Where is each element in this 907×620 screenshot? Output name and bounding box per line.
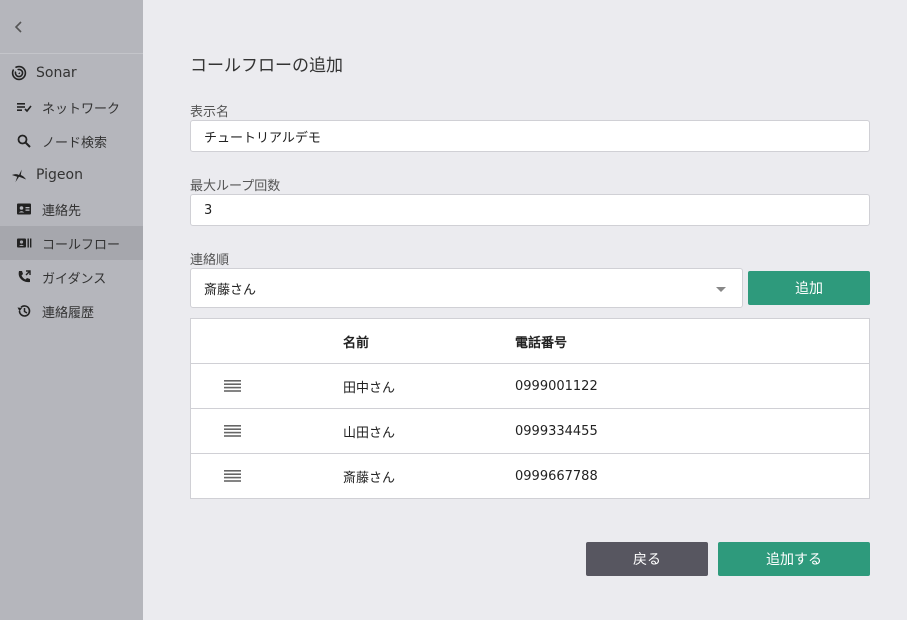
max-loop-label: 最大ループ回数 — [190, 179, 281, 194]
sidebar-item-label: 連絡履歴 — [42, 305, 95, 321]
sidebar-collapse-button[interactable] — [0, 0, 143, 54]
contact-card-icon — [16, 201, 32, 217]
pigeon-bird-icon — [10, 167, 28, 183]
history-icon — [16, 303, 32, 319]
back-button[interactable]: 戻る — [586, 542, 708, 576]
drag-handle-icon[interactable] — [224, 470, 241, 482]
row-name: 山田さん — [343, 425, 396, 441]
search-icon — [16, 133, 32, 149]
sidebar-item-guidance[interactable]: ガイダンス — [0, 260, 143, 294]
contact-order-label: 連絡順 — [190, 253, 230, 268]
table-header: 名前 電話番号 — [191, 319, 869, 364]
table-row: 山田さん 0999334455 — [191, 409, 869, 454]
sidebar-item-label: ノード検索 — [42, 135, 108, 151]
network-list-icon — [16, 99, 32, 115]
phone-guidance-icon — [16, 269, 32, 285]
display-name-label: 表示名 — [190, 105, 230, 120]
row-phone: 0999334455 — [515, 423, 598, 439]
sidebar-item-call-flow[interactable]: コールフロー — [0, 226, 143, 260]
sidebar-app-pigeon[interactable]: Pigeon — [0, 158, 143, 192]
sidebar-app-label: Sonar — [36, 65, 77, 81]
sidebar-item-history[interactable]: 連絡履歴 — [0, 294, 143, 328]
table-row: 斎藤さん 0999667788 — [191, 454, 869, 498]
dropdown-arrow-icon — [716, 287, 726, 292]
column-header-name: 名前 — [343, 335, 370, 351]
sidebar-item-label: ガイダンス — [42, 271, 107, 287]
sidebar-item-node-search[interactable]: ノード検索 — [0, 124, 143, 158]
call-flow-icon — [16, 235, 32, 251]
sidebar-item-network[interactable]: ネットワーク — [0, 90, 143, 124]
contact-order-table: 名前 電話番号 田中さん 0999001122 山田さん 0999334455 — [190, 318, 870, 499]
contact-select[interactable]: 斎藤さん — [190, 268, 743, 308]
sidebar-item-label: コールフロー — [42, 237, 121, 253]
drag-handle-icon[interactable] — [224, 425, 241, 437]
row-phone: 0999001122 — [515, 378, 598, 394]
max-loop-input[interactable] — [190, 194, 870, 226]
sidebar-item-label: 連絡先 — [42, 203, 82, 219]
table-row: 田中さん 0999001122 — [191, 364, 869, 409]
display-name-input[interactable] — [190, 120, 870, 152]
column-header-phone: 電話番号 — [515, 335, 568, 351]
sidebar-app-sonar[interactable]: Sonar — [0, 56, 143, 90]
sidebar-app-label: Pigeon — [36, 167, 83, 183]
row-name: 田中さん — [343, 380, 396, 396]
contact-select-value: 斎藤さん — [204, 282, 257, 298]
sidebar-item-contacts[interactable]: 連絡先 — [0, 192, 143, 226]
page-title: コールフローの追加 — [190, 56, 343, 76]
sonar-icon — [10, 65, 28, 81]
row-phone: 0999667788 — [515, 468, 598, 484]
add-contact-button[interactable]: 追加 — [748, 271, 870, 305]
row-name: 斎藤さん — [343, 470, 396, 486]
chevron-left-icon — [14, 20, 24, 33]
sidebar-item-label: ネットワーク — [42, 101, 121, 117]
sidebar: Sonar ネットワーク ノード検索 Pigeon 連絡先 コールフロー ガイダ… — [0, 0, 143, 620]
drag-handle-icon[interactable] — [224, 380, 241, 392]
submit-add-button[interactable]: 追加する — [718, 542, 870, 576]
